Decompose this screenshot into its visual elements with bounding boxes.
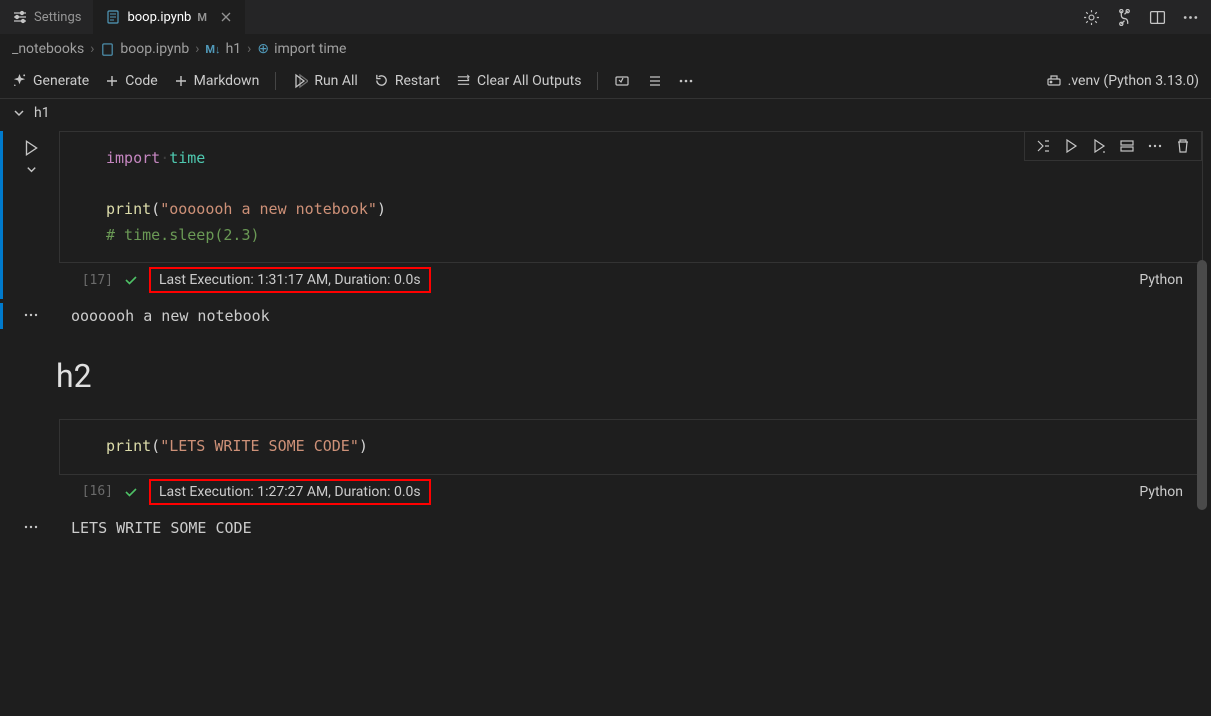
success-icon [123, 484, 139, 500]
split-editor-icon[interactable] [1149, 9, 1166, 26]
more-icon[interactable] [1182, 9, 1199, 26]
tab-bar: Settings boop.ipynb M [0, 0, 1211, 35]
delete-cell-icon[interactable] [1175, 138, 1191, 154]
breadcrumb: _notebooks › boop.ipynb › M↓ h1 › ⊕ impo… [0, 35, 1211, 63]
tab-actions [1071, 9, 1211, 26]
cell-toolbar [1024, 131, 1202, 161]
execution-count: [16] [67, 484, 113, 499]
tab-settings[interactable]: Settings [0, 0, 93, 34]
chevron-right-icon: › [90, 41, 94, 57]
execution-count: [17] [67, 273, 113, 288]
markdown-cell[interactable]: h2 [0, 329, 1203, 419]
cell-language[interactable]: Python [1139, 272, 1183, 288]
generate-button[interactable]: Generate [12, 73, 89, 89]
output-text: LETS WRITE SOME CODE [59, 515, 264, 541]
code-cell[interactable]: print("LETS WRITE SOME CODE") [16] Last … [0, 419, 1203, 511]
notebook-area: import·time print("ooooooh a new noteboo… [0, 127, 1211, 545]
add-markdown-button[interactable]: Markdown [174, 73, 260, 89]
output-text: ooooooh a new notebook [59, 303, 282, 329]
restart-button[interactable]: Restart [374, 73, 440, 89]
cell-status-bar: [16] Last Execution: 1:27:27 AM, Duratio… [59, 475, 1203, 511]
chevron-right-icon: › [247, 41, 251, 57]
chevron-right-icon: › [195, 41, 199, 57]
more-cell-icon[interactable] [1147, 138, 1163, 154]
kernel-selector[interactable]: .venv (Python 3.13.0) [1046, 73, 1199, 89]
more-actions-icon[interactable] [678, 73, 694, 89]
success-icon [123, 272, 139, 288]
cell-language[interactable]: Python [1139, 484, 1183, 500]
manage-icon[interactable] [1083, 9, 1100, 26]
variables-icon[interactable] [614, 73, 630, 89]
python-icon: ⊕ [257, 41, 269, 57]
tab-boop[interactable]: boop.ipynb M [93, 0, 245, 34]
outline-section[interactable]: h1 [0, 99, 1211, 127]
code-cell[interactable]: import·time print("ooooooh a new noteboo… [0, 131, 1203, 299]
output-more-icon[interactable] [23, 519, 39, 541]
modified-indicator: M [197, 11, 207, 24]
execution-info: Last Execution: 1:27:27 AM, Duration: 0.… [149, 479, 431, 505]
code-editor[interactable]: import·time print("ooooooh a new noteboo… [59, 131, 1203, 263]
split-cell-icon[interactable] [1119, 138, 1135, 154]
clear-outputs-button[interactable]: Clear All Outputs [456, 73, 582, 89]
tab-label: Settings [34, 10, 81, 25]
notebook-toolbar: Generate Code Markdown Run All Restart C… [0, 63, 1211, 99]
settings-icon [12, 9, 28, 25]
markdown-icon: M↓ [205, 43, 220, 56]
add-code-button[interactable]: Code [105, 73, 157, 89]
execute-above-icon[interactable] [1091, 138, 1107, 154]
close-icon[interactable] [219, 10, 233, 24]
outline-label: h1 [34, 105, 50, 121]
breadcrumb-file[interactable]: boop.ipynb [100, 41, 189, 57]
cell-output: ooooooh a new notebook [0, 303, 1203, 329]
cell-output: LETS WRITE SOME CODE [0, 515, 1203, 541]
collapse-icon[interactable] [25, 163, 38, 176]
run-all-button[interactable]: Run All [292, 73, 358, 89]
scrollbar[interactable] [1197, 260, 1207, 510]
outline-icon[interactable] [646, 73, 662, 89]
breadcrumb-symbol[interactable]: ⊕ import time [257, 41, 346, 57]
run-cell-button[interactable] [22, 139, 40, 157]
breadcrumb-section[interactable]: M↓ h1 [205, 41, 241, 57]
execute-cell-icon[interactable] [1063, 138, 1079, 154]
notebook-icon [105, 9, 121, 25]
breadcrumb-folder[interactable]: _notebooks [12, 41, 84, 57]
output-more-icon[interactable] [23, 307, 39, 329]
run-by-line-icon[interactable] [1035, 138, 1051, 154]
execution-info: Last Execution: 1:31:17 AM, Duration: 0.… [149, 267, 431, 293]
code-editor[interactable]: print("LETS WRITE SOME CODE") [59, 419, 1203, 475]
source-control-icon[interactable] [1116, 9, 1133, 26]
tab-label: boop.ipynb [127, 10, 191, 25]
cell-status-bar: [17] Last Execution: 1:31:17 AM, Duratio… [59, 263, 1203, 299]
